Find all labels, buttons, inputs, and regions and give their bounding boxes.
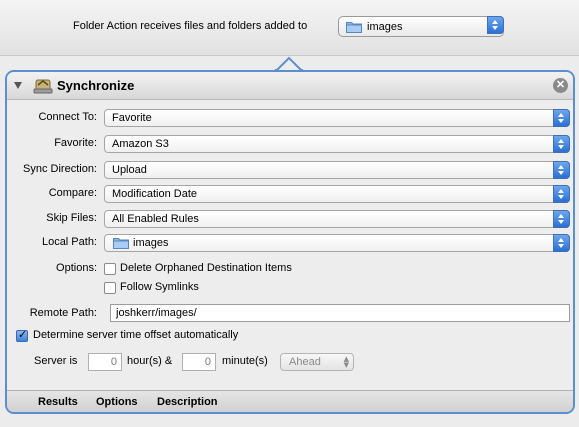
compare-value: Modification Date xyxy=(112,188,197,200)
workflow-header: Folder Action receives files and folders… xyxy=(0,0,579,56)
action-title: Synchronize xyxy=(57,78,135,93)
popup-stepper-icon xyxy=(553,210,570,228)
tab-results[interactable]: Results xyxy=(38,396,78,408)
popup-stepper-icon xyxy=(553,135,570,153)
skip-files-label: Skip Files: xyxy=(46,212,97,224)
remote-path-value: joshkerr/images/ xyxy=(116,307,197,319)
sync-direction-label: Sync Direction: xyxy=(23,163,97,175)
skip-files-popup[interactable]: All Enabled Rules xyxy=(104,210,570,228)
sync-direction-value: Upload xyxy=(112,164,147,176)
synchronize-action-icon xyxy=(33,79,53,94)
connect-to-popup[interactable]: Favorite xyxy=(104,109,570,127)
close-icon[interactable]: ✕ xyxy=(553,78,568,93)
options-label: Options: xyxy=(56,262,97,274)
action-footer: Results Options Description xyxy=(7,390,573,412)
compare-label: Compare: xyxy=(48,187,97,199)
remote-path-field[interactable]: joshkerr/images/ xyxy=(110,304,570,322)
auto-offset-checkbox[interactable] xyxy=(16,328,28,342)
hours-field[interactable]: 0 xyxy=(88,353,122,371)
connect-to-value: Favorite xyxy=(112,112,152,124)
local-path-popup[interactable]: images xyxy=(104,234,570,252)
local-path-label: Local Path: xyxy=(41,236,97,248)
folder-popup-value: images xyxy=(367,21,403,33)
remote-path-label: Remote Path: xyxy=(29,307,97,319)
favorite-popup[interactable]: Amazon S3 xyxy=(104,135,570,153)
tab-description[interactable]: Description xyxy=(157,396,218,408)
disclosure-triangle-icon[interactable] xyxy=(14,82,22,89)
favorite-label: Favorite: xyxy=(54,137,97,149)
sync-direction-popup[interactable]: Upload xyxy=(104,161,570,179)
popup-stepper-icon xyxy=(487,16,504,34)
follow-symlinks-checkbox[interactable] xyxy=(104,282,116,294)
hours-label: hour(s) & xyxy=(127,355,173,367)
offset-direction-value: Ahead xyxy=(289,356,321,368)
popup-stepper-icon: ▲ ▼ xyxy=(343,355,349,369)
workflow-receives-label: Folder Action receives files and folders… xyxy=(73,20,308,32)
popup-stepper-icon xyxy=(553,185,570,203)
offset-direction-popup[interactable]: Ahead ▲ ▼ xyxy=(280,353,354,371)
synchronize-action-panel: Synchronize ✕ Connect To: Favorite Favor… xyxy=(5,70,575,414)
delete-orphaned-label: Delete Orphaned Destination Items xyxy=(120,262,292,274)
minutes-label: minute(s) xyxy=(222,355,268,367)
popup-stepper-icon xyxy=(553,161,570,179)
auto-offset-label: Determine server time offset automatical… xyxy=(33,329,239,341)
favorite-value: Amazon S3 xyxy=(112,138,169,150)
minutes-field[interactable]: 0 xyxy=(182,353,216,371)
follow-symlinks-label: Follow Symlinks xyxy=(120,281,199,293)
folder-popup[interactable]: images xyxy=(338,16,504,37)
folder-icon xyxy=(113,238,129,249)
compare-popup[interactable]: Modification Date xyxy=(104,185,570,203)
tab-options[interactable]: Options xyxy=(96,396,138,408)
delete-orphaned-checkbox[interactable] xyxy=(104,263,116,275)
skip-files-value: All Enabled Rules xyxy=(112,213,199,225)
popup-stepper-icon xyxy=(553,109,570,127)
connect-to-label: Connect To: xyxy=(38,111,97,123)
popup-stepper-icon xyxy=(553,234,570,252)
local-path-value: images xyxy=(133,237,169,249)
action-header: Synchronize ✕ xyxy=(7,72,573,100)
server-is-label: Server is xyxy=(34,355,78,367)
folder-icon xyxy=(346,22,362,33)
